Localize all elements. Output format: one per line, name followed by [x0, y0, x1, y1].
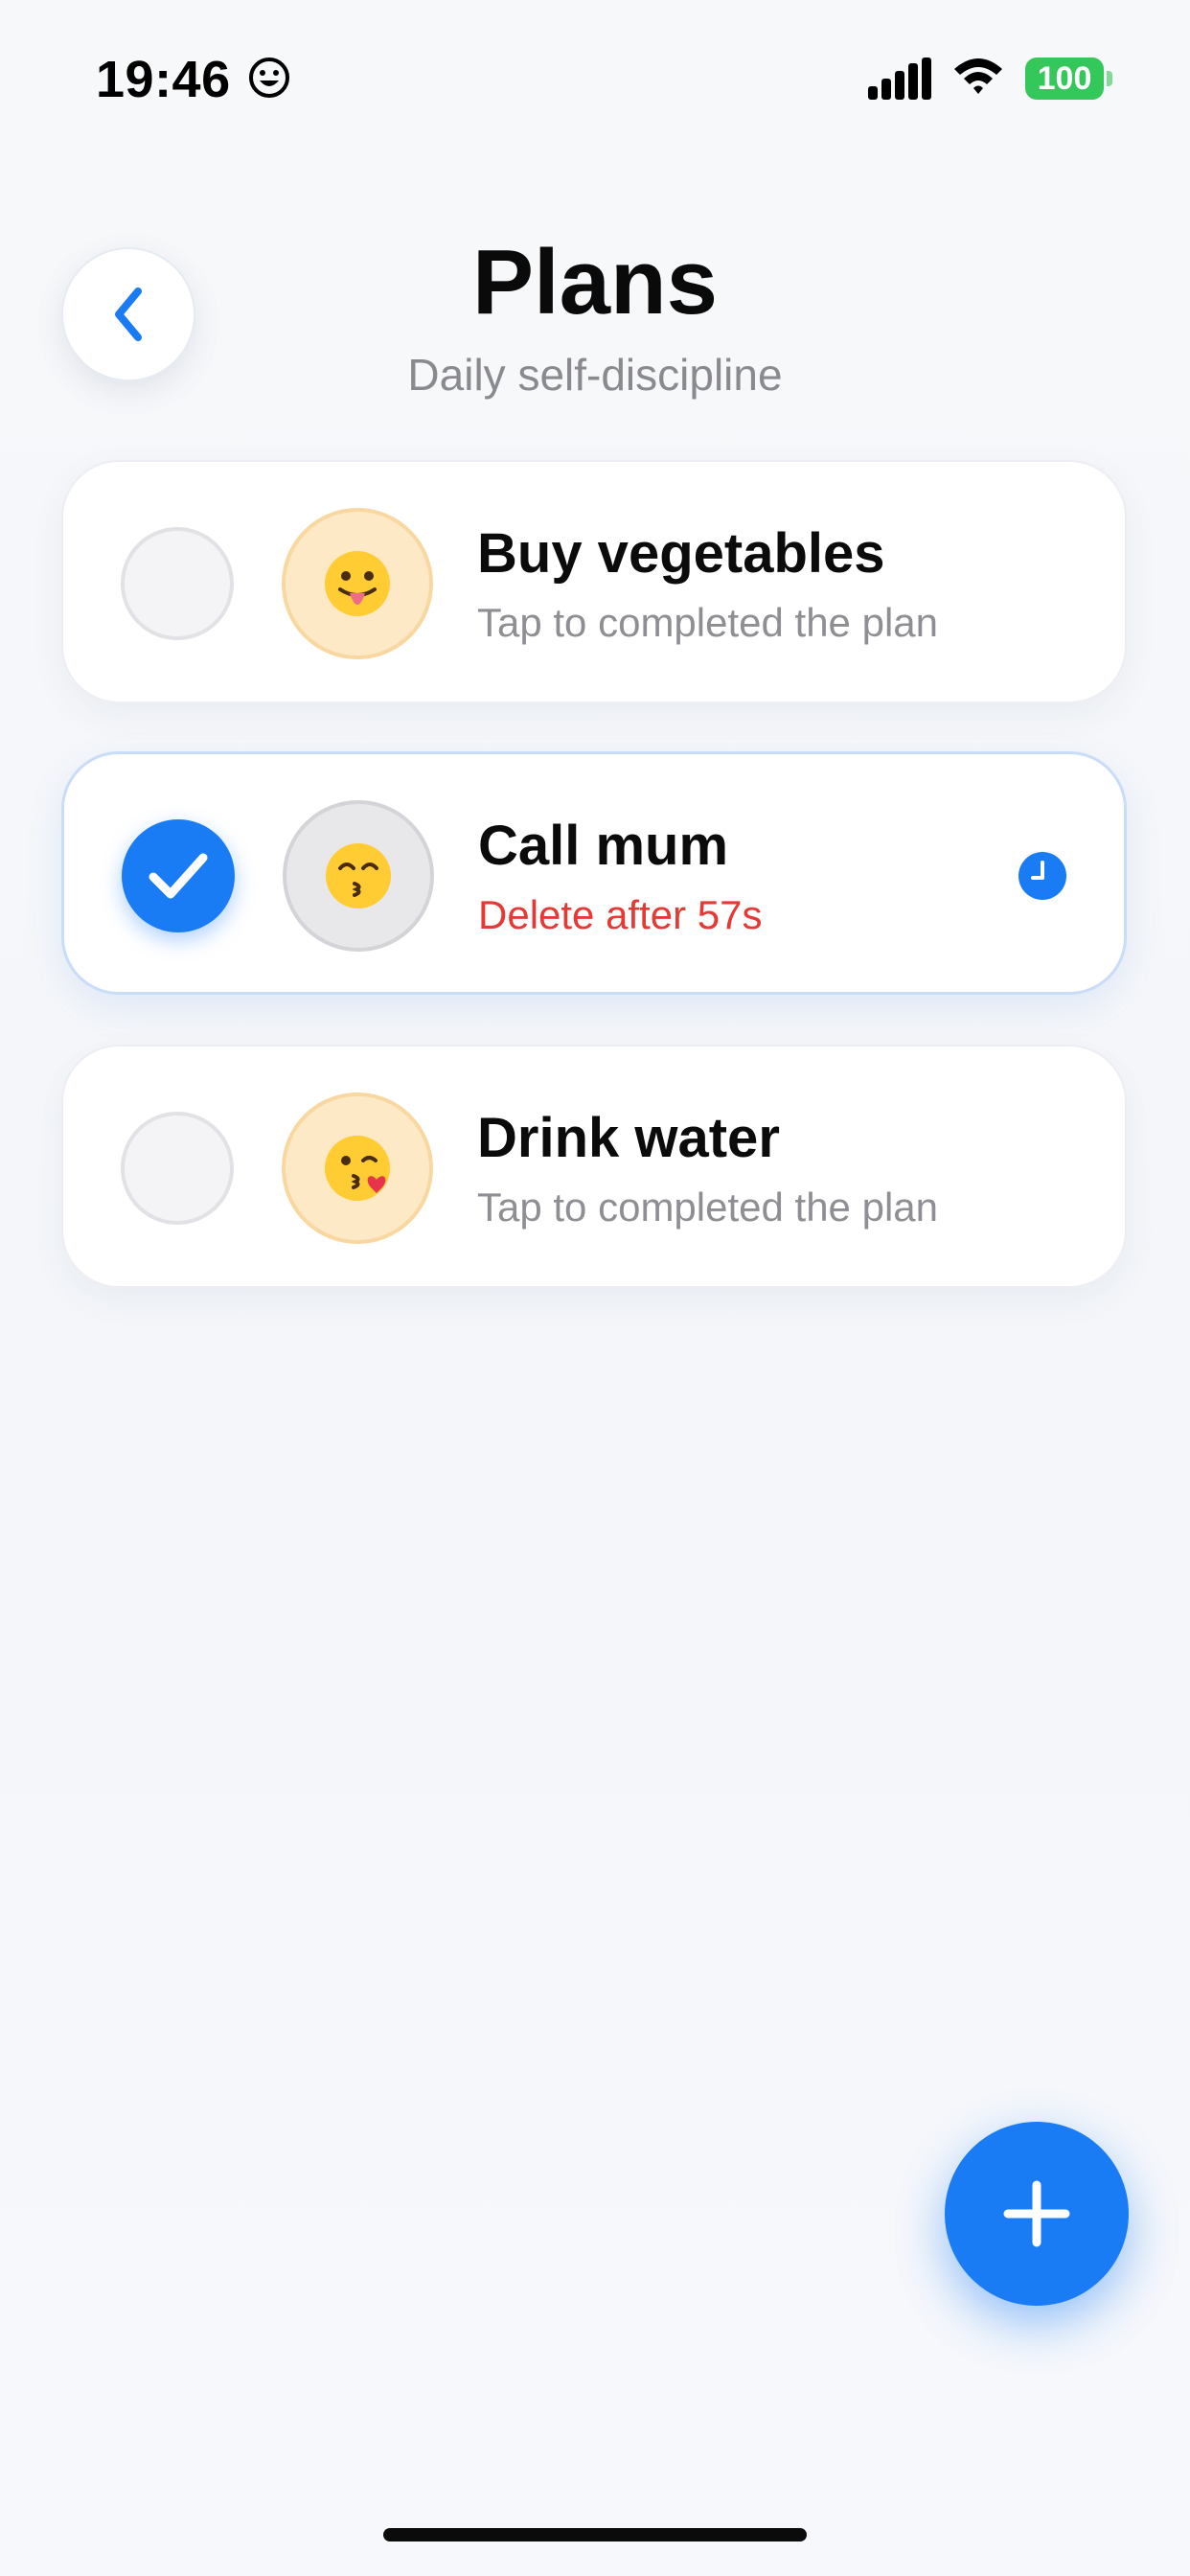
plan-checkbox[interactable]: [121, 527, 234, 640]
wifi-icon: [954, 58, 1002, 94]
plus-icon: [1003, 2180, 1070, 2247]
plan-checkbox-checked[interactable]: [122, 819, 235, 932]
status-bar: 19:46 100: [0, 0, 1190, 153]
add-plan-button[interactable]: [945, 2122, 1129, 2306]
plan-checkbox[interactable]: [121, 1112, 234, 1225]
page-title: Plans: [471, 231, 719, 334]
checkmark-icon: [149, 853, 208, 899]
cellular-signal-icon: [868, 58, 931, 100]
plan-hint: Tap to completed the plan: [477, 600, 938, 645]
status-time: 19:46: [96, 51, 231, 108]
kissing-smiling-eyes-icon: [326, 843, 391, 908]
page-subtitle: Daily self-discipline: [407, 350, 783, 400]
plan-card[interactable]: Drink water Tap to completed the plan: [61, 1045, 1127, 1288]
plan-title: Call mum: [478, 815, 729, 877]
face-blowing-kiss-icon: [325, 1136, 390, 1201]
plan-title: Buy vegetables: [477, 522, 885, 585]
battery-cap: [1107, 71, 1112, 86]
smiley-face-icon: [249, 58, 289, 98]
plan-card[interactable]: Call mum Delete after 57s: [61, 751, 1127, 995]
plan-title: Drink water: [477, 1107, 780, 1169]
plan-card[interactable]: Buy vegetables Tap to completed the plan: [61, 460, 1127, 703]
plan-emoji-avatar: [282, 508, 433, 659]
clock-icon: [1018, 852, 1066, 900]
battery-level: 100: [1037, 59, 1092, 97]
home-indicator[interactable]: [383, 2528, 807, 2542]
plan-hint: Tap to completed the plan: [477, 1184, 938, 1230]
battery-icon: 100: [1025, 58, 1104, 100]
plan-delete-countdown: Delete after 57s: [478, 892, 763, 937]
plan-emoji-avatar: [282, 1092, 433, 1244]
plan-emoji-avatar: [283, 800, 434, 952]
face-with-tongue-icon: [325, 551, 390, 616]
